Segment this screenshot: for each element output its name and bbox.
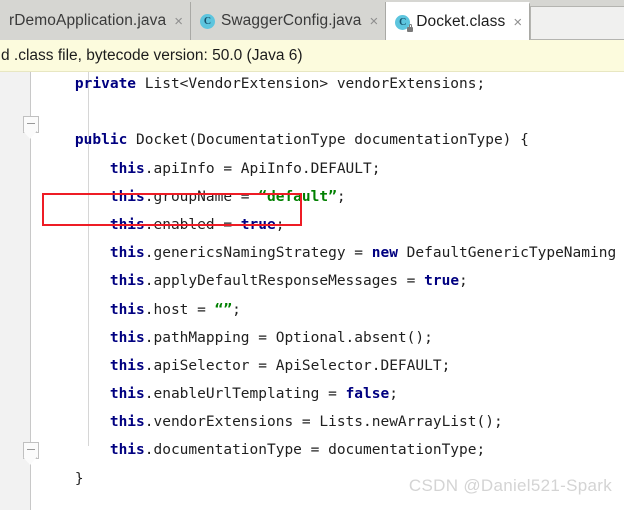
code-line: public Docket(DocumentationType document… bbox=[0, 126, 624, 154]
code-token: true bbox=[240, 216, 276, 233]
bytecode-notification-bar: d .class file, bytecode version: 50.0 (J… bbox=[0, 40, 624, 72]
notification-text: d .class file, bytecode version: 50.0 (J… bbox=[1, 46, 303, 64]
code-token: this bbox=[109, 160, 145, 177]
code-token: false bbox=[345, 386, 390, 403]
code-token: this bbox=[109, 386, 145, 403]
code-token: this bbox=[109, 329, 145, 346]
compiled-class-icon-letter: C bbox=[399, 16, 407, 28]
code-token: this bbox=[109, 442, 145, 459]
tab-demo-application-java[interactable]: rDemoApplication.java × bbox=[0, 2, 191, 40]
compiled-class-icon: C bbox=[395, 14, 414, 32]
tab-label: rDemoApplication.java bbox=[9, 12, 167, 29]
code-token: .groupName = bbox=[144, 188, 259, 205]
java-class-icon: C bbox=[199, 13, 215, 29]
code-token: ; bbox=[389, 386, 398, 403]
code-token: ; bbox=[459, 273, 468, 290]
tab-swagger-config-java[interactable]: C SwaggerConfig.java × bbox=[190, 2, 387, 40]
editor-tab-bar: rDemoApplication.java × C SwaggerConfig.… bbox=[0, 0, 624, 40]
code-line: this.host = “”; bbox=[0, 296, 624, 324]
code-token: Docket(DocumentationType documentationTy… bbox=[136, 132, 529, 149]
code-line: this.pathMapping = Optional.absent(); bbox=[0, 324, 624, 352]
code-token: .enableUrlTemplating = bbox=[144, 386, 346, 403]
close-icon[interactable]: × bbox=[174, 14, 183, 29]
code-token: public bbox=[74, 132, 137, 149]
code-token: this bbox=[109, 245, 145, 262]
tab-bar-empty-area bbox=[530, 6, 624, 40]
java-class-icon-letter: C bbox=[203, 15, 212, 27]
code-token: .applyDefaultResponseMessages = bbox=[144, 273, 425, 290]
code-token: “default” bbox=[258, 188, 337, 205]
code-token: List<VendorExtension> vendorExtensions; bbox=[144, 76, 486, 92]
code-token: ; bbox=[275, 216, 285, 233]
code-editor[interactable]: private List<VendorExtension> vendorExte… bbox=[0, 72, 624, 510]
code-token: DefaultGenericTypeNaming bbox=[406, 245, 617, 262]
code-token: } bbox=[74, 470, 84, 487]
code-token: this bbox=[109, 301, 145, 318]
close-icon[interactable]: × bbox=[513, 15, 522, 30]
code-line: this.apiSelector = ApiSelector.DEFAULT; bbox=[0, 352, 624, 380]
code-token: this bbox=[109, 188, 145, 205]
tab-label: Docket.class bbox=[416, 13, 506, 30]
code-token: this bbox=[109, 414, 145, 431]
code-token: ; bbox=[232, 301, 241, 318]
code-token: private bbox=[74, 76, 145, 92]
code-line: this.groupName = “default”; bbox=[0, 183, 624, 211]
code-token: “” bbox=[214, 301, 233, 318]
code-token: .genericsNamingStrategy = bbox=[144, 245, 372, 262]
code-token: .documentationType = documentationType; bbox=[144, 442, 486, 459]
code-token: this bbox=[109, 357, 145, 374]
code-line: private List<VendorExtension> vendorExte… bbox=[0, 72, 624, 98]
code-token: true bbox=[424, 273, 460, 290]
code-token: .vendorExtensions = Lists.newArrayList()… bbox=[144, 414, 503, 431]
tab-label: SwaggerConfig.java bbox=[220, 12, 362, 29]
code-token: new bbox=[371, 245, 407, 262]
close-icon[interactable]: × bbox=[369, 14, 378, 29]
code-line: this.documentationType = documentationTy… bbox=[0, 436, 624, 464]
code-token: .pathMapping = Optional.absent(); bbox=[144, 329, 433, 346]
ide-window: rDemoApplication.java × C SwaggerConfig.… bbox=[0, 0, 624, 510]
code-token: ; bbox=[336, 188, 346, 205]
code-token: .host = bbox=[144, 301, 215, 318]
tab-docket-class[interactable]: C Docket.class × bbox=[386, 2, 531, 40]
watermark-text: CSDN @Daniel521-Spark bbox=[408, 476, 612, 495]
code-content[interactable]: private List<VendorExtension> vendorExte… bbox=[0, 72, 624, 493]
code-token: .enabled = bbox=[144, 216, 241, 233]
code-token: .apiInfo = ApiInfo.DEFAULT; bbox=[144, 160, 381, 177]
lock-icon bbox=[407, 24, 414, 32]
code-line: this.genericsNamingStrategy = new Defaul… bbox=[0, 239, 624, 267]
code-token: this bbox=[109, 273, 145, 290]
code-token: .apiSelector = ApiSelector.DEFAULT; bbox=[144, 357, 451, 374]
code-line: this.enabled = true; bbox=[0, 211, 624, 239]
code-line: this.vendorExtensions = Lists.newArrayLi… bbox=[0, 408, 624, 436]
code-line: this.applyDefaultResponseMessages = true… bbox=[0, 267, 624, 295]
code-line: this.enableUrlTemplating = false; bbox=[0, 380, 624, 408]
code-line: this.apiInfo = ApiInfo.DEFAULT; bbox=[0, 155, 624, 183]
code-token: this bbox=[109, 216, 145, 233]
